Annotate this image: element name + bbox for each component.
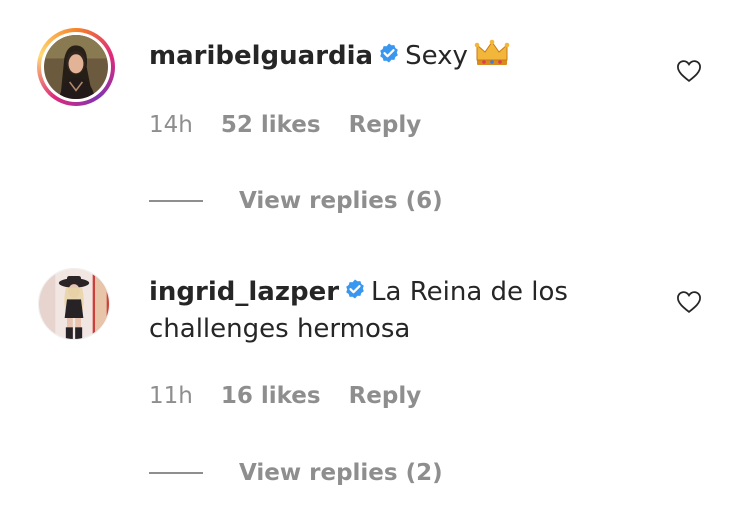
comment-meta: 14h 52 likes Reply (149, 110, 421, 140)
like-heart-icon[interactable] (675, 57, 703, 85)
divider-line (149, 472, 203, 474)
comment-body: ingrid_lazper La Reina de los challenges … (149, 274, 629, 348)
crown-icon (474, 39, 510, 65)
comment-item: ingrid_lazper La Reina de los challenges … (0, 262, 750, 518)
avatar-photo (44, 35, 108, 99)
view-replies-label: View replies (2) (239, 460, 443, 486)
divider-line (149, 200, 203, 202)
comment-text: Sexy (405, 41, 468, 71)
view-replies-label: View replies (6) (239, 188, 443, 214)
avatar-ring-gap (41, 32, 111, 102)
comment-body: maribelguardia Sexy (149, 38, 629, 75)
comment-item: maribelguardia Sexy 14h 52 likes Reply Vi… (0, 0, 750, 250)
username-link[interactable]: ingrid_lazper (149, 277, 339, 307)
verified-badge-icon (346, 279, 364, 299)
view-replies-button[interactable]: View replies (6) (149, 186, 443, 216)
reply-button[interactable]: Reply (349, 381, 422, 411)
view-replies-button[interactable]: View replies (2) (149, 458, 443, 488)
comment-meta: 11h 16 likes Reply (149, 381, 421, 411)
timestamp[interactable]: 11h (149, 381, 193, 411)
reply-button[interactable]: Reply (349, 110, 422, 140)
timestamp[interactable]: 14h (149, 110, 193, 140)
avatar[interactable] (37, 28, 115, 106)
like-heart-icon[interactable] (675, 288, 703, 316)
verified-badge-icon (380, 43, 398, 63)
username-link[interactable]: maribelguardia (149, 41, 373, 71)
avatar-photo (39, 269, 109, 339)
likes-count[interactable]: 52 likes (221, 110, 321, 140)
likes-count[interactable]: 16 likes (221, 381, 321, 411)
avatar[interactable] (38, 268, 110, 340)
